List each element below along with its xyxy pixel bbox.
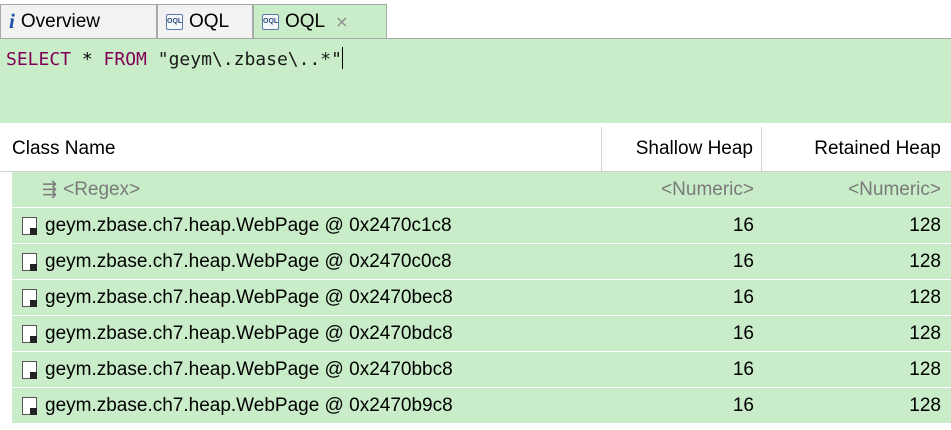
retained-heap-cell: 128 (909, 394, 941, 416)
column-header-class-name[interactable]: Class Name (0, 127, 602, 171)
tab-oql-2[interactable]: OQL OQL ⨯ (253, 4, 387, 38)
retained-heap-cell: 128 (909, 358, 941, 380)
filter-row[interactable]: ⇶ <Regex> <Numeric> <Numeric> (12, 172, 951, 208)
class-name-cell: geym.zbase.ch7.heap.WebPage @ 0x2470bdc8 (45, 322, 453, 344)
table-row[interactable]: geym.zbase.ch7.heap.WebPage @ 0x2470c1c8… (12, 208, 951, 244)
shallow-heap-cell: 16 (732, 322, 754, 344)
shallow-heap-cell: 16 (732, 214, 754, 236)
string-literal: "geym\.zbase\..*" (146, 49, 342, 70)
regex-filter-input[interactable]: <Regex> (63, 179, 140, 201)
class-name-cell: geym.zbase.ch7.heap.WebPage @ 0x2470b9c8 (45, 394, 453, 416)
oql-icon: OQL (262, 13, 279, 30)
shallow-heap-cell: 16 (732, 358, 754, 380)
column-header-retained-heap[interactable]: Retained Heap (762, 127, 949, 171)
retained-heap-cell: 128 (909, 286, 941, 308)
close-icon[interactable]: ⨯ (335, 12, 348, 32)
from-keyword: FROM (103, 49, 147, 70)
object-icon (22, 252, 37, 271)
table-header: Class Name Shallow Heap Retained Heap (0, 127, 951, 172)
object-icon (22, 360, 37, 379)
select-keyword: SELECT (6, 49, 72, 70)
text-caret (341, 47, 343, 69)
shallow-heap-cell: 16 (732, 286, 754, 308)
tab-label: OQL (285, 10, 326, 32)
retained-heap-cell: 128 (909, 214, 941, 236)
table-body: ⇶ <Regex> <Numeric> <Numeric> geym.zbase.… (12, 172, 951, 424)
class-name-cell: geym.zbase.ch7.heap.WebPage @ 0x2470c0c8 (45, 250, 452, 272)
table-row[interactable]: geym.zbase.ch7.heap.WebPage @ 0x2470bdc8… (12, 316, 951, 352)
object-icon (22, 396, 37, 415)
tab-label: Overview (20, 10, 101, 32)
shallow-heap-cell: 16 (732, 250, 754, 272)
class-name-cell: geym.zbase.ch7.heap.WebPage @ 0x2470c1c8 (45, 214, 452, 236)
info-icon: i (9, 9, 15, 33)
object-icon (22, 324, 37, 343)
tab-overview[interactable]: i Overview (0, 4, 157, 38)
regex-filter-icon: ⇶ (42, 179, 58, 199)
table-row[interactable]: geym.zbase.ch7.heap.WebPage @ 0x2470bbc8… (12, 352, 951, 388)
table-row[interactable]: geym.zbase.ch7.heap.WebPage @ 0x2470c0c8… (12, 244, 951, 280)
column-header-shallow-heap[interactable]: Shallow Heap (602, 127, 762, 171)
star-token: * (71, 49, 104, 70)
retained-filter-input[interactable]: <Numeric> (762, 179, 951, 201)
class-name-cell: geym.zbase.ch7.heap.WebPage @ 0x2470bbc8 (45, 358, 453, 380)
table-row[interactable]: geym.zbase.ch7.heap.WebPage @ 0x2470b9c8… (12, 388, 951, 424)
class-name-cell: geym.zbase.ch7.heap.WebPage @ 0x2470bec8 (45, 286, 453, 308)
object-icon (22, 216, 37, 235)
tab-oql-1[interactable]: OQL OQL (157, 4, 253, 38)
oql-icon: OQL (166, 13, 183, 30)
retained-heap-cell: 128 (909, 322, 941, 344)
shallow-filter-input[interactable]: <Numeric> (602, 179, 762, 201)
results-table: Class Name Shallow Heap Retained Heap ⇶ <… (0, 127, 951, 430)
tab-label: OQL (189, 10, 230, 32)
table-row[interactable]: geym.zbase.ch7.heap.WebPage @ 0x2470bec8… (12, 280, 951, 316)
object-icon (22, 288, 37, 307)
oql-query-editor[interactable]: SELECT * FROM "geym\.zbase\..*" (0, 38, 951, 123)
retained-heap-cell: 128 (909, 250, 941, 272)
query-text[interactable]: SELECT * FROM "geym\.zbase\..*" (6, 47, 343, 70)
shallow-heap-cell: 16 (732, 394, 754, 416)
editor-tab-bar: i Overview OQL OQL OQL OQL ⨯ (0, 0, 951, 38)
